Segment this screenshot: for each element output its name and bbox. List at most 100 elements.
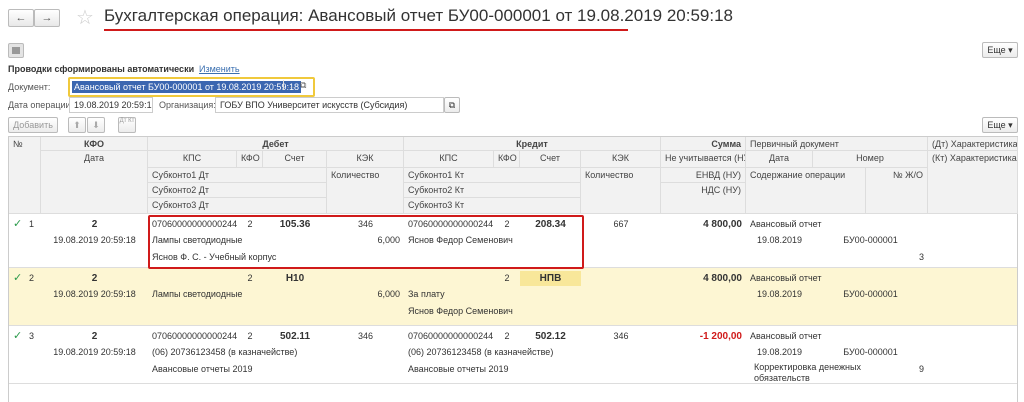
- header-kt-char: (Кт) Характеристика движения: [928, 151, 1018, 214]
- back-button[interactable]: ←: [8, 9, 34, 27]
- move-down-button[interactable]: ⬇: [87, 117, 105, 133]
- kt-kek: 346: [613, 331, 629, 341]
- kt-subconto2: Авансовые отчеты 2019: [408, 364, 509, 374]
- document-label: Документ:: [8, 82, 51, 92]
- dt-subconto1: Лампы светодиодные: [152, 289, 243, 299]
- favorite-star-icon[interactable]: ☆: [76, 5, 94, 30]
- swap-dt-kt-button[interactable]: Дт Кт: [118, 117, 136, 133]
- choose-button[interactable]: ...: [283, 80, 295, 90]
- header-kt-kek: КЭК: [581, 151, 661, 168]
- dt-kek: 346: [357, 331, 374, 341]
- org-label: Организация:: [159, 100, 216, 110]
- kfo-value: 2: [91, 219, 98, 230]
- dt-kfo: 2: [247, 331, 253, 341]
- dt-kfo: 2: [247, 273, 253, 283]
- header-date: Дата: [41, 151, 148, 214]
- primary-doc-name: Авансовый отчет: [750, 331, 822, 341]
- header-dt-sub1: Субконто1 Дт: [148, 168, 327, 183]
- header-content: Содержание операции: [746, 168, 866, 214]
- highlight-box: [148, 215, 584, 269]
- date-label: Дата операции:: [8, 100, 74, 110]
- dt-kps: 07060000000000244: [152, 331, 237, 341]
- kt-subconto1: (06) 20736123458 (в казначействе): [408, 347, 554, 357]
- header-dt-kfo: КФО: [237, 151, 263, 168]
- header-num: №: [9, 137, 41, 214]
- header-pnum: Номер: [813, 151, 928, 168]
- header-debit: Дебет: [148, 137, 404, 151]
- row-number: 3: [29, 331, 35, 341]
- auto-postings-label: Проводки сформированы автоматически: [8, 64, 195, 74]
- move-up-button[interactable]: ⬆: [68, 117, 86, 133]
- kt-kek: 667: [613, 219, 629, 229]
- document-field[interactable]: Авансовый отчет БУ00-000001 от 19.08.201…: [68, 77, 315, 97]
- document-input[interactable]: Авансовый отчет БУ00-000001 от 19.08.201…: [72, 81, 301, 93]
- dt-subconto2: Авансовые отчеты 2019: [152, 364, 253, 374]
- header-kt-qty: Количество: [581, 168, 661, 214]
- check-icon: ✓: [13, 218, 23, 230]
- kt-schet: НПВ: [520, 271, 581, 286]
- org-open-icon[interactable]: ⧉: [444, 97, 460, 113]
- row-number: 2: [29, 273, 35, 283]
- change-link[interactable]: Изменить: [199, 64, 240, 74]
- table-row[interactable]: ✓ 3 2 19.08.2019 20:59:18 07060000000000244 2…: [9, 326, 1017, 384]
- table-more-button[interactable]: Еще ▾: [982, 117, 1018, 133]
- kfo-value: 2: [91, 331, 98, 342]
- kt-kfo: 2: [504, 273, 510, 283]
- post-icon-button[interactable]: [8, 43, 24, 58]
- primary-doc-name: Авансовый отчет: [750, 273, 822, 283]
- header-nu3: НДС (НУ): [661, 183, 746, 214]
- header-kt-sub1: Субконто1 Кт: [404, 168, 581, 183]
- dt-subconto1: (06) 20736123458 (в казначействе): [152, 347, 298, 357]
- date-value: 19.08.2019 20:59:18: [53, 235, 136, 245]
- header-jo: № Ж/О: [866, 168, 928, 214]
- header-dt-kps: КПС: [148, 151, 237, 168]
- primary-doc-date: 19.08.2019: [756, 235, 803, 245]
- title-underline: [104, 29, 628, 31]
- forward-button[interactable]: →: [34, 9, 60, 27]
- open-icon[interactable]: ⧉: [300, 80, 306, 91]
- kt-kfo: 2: [504, 331, 510, 341]
- journal-number: 3: [918, 252, 924, 262]
- header-dt-qty: Количество: [327, 168, 404, 214]
- postings-table[interactable]: № КФО Дата Дебет КПС КФО Счет КЭК Субконто1 Дт Су…: [8, 136, 1018, 402]
- table-more-label: Еще: [987, 120, 1006, 130]
- kt-kps: 07060000000000244: [408, 331, 494, 341]
- sum-value: 4 800,00: [703, 219, 742, 230]
- journal-number: 9: [918, 364, 924, 374]
- primary-doc-number: БУ00-000001: [843, 289, 898, 299]
- kt-schet: 502.12: [535, 331, 566, 342]
- header-credit: Кредит: [404, 137, 661, 151]
- org-input[interactable]: ГОБУ ВПО Университет искусств (Субсидия): [215, 97, 444, 113]
- header-sum: Сумма: [661, 137, 746, 151]
- add-button[interactable]: Добавить: [8, 117, 58, 133]
- operation-content: Корректировка денежных обязательств: [754, 362, 861, 383]
- header-nu2: ЕНВД (НУ): [661, 168, 746, 183]
- table-row[interactable]: ✓ 2 2 19.08.2019 20:59:18 2 Н10 Лампы светодио…: [9, 268, 1017, 326]
- check-icon: ✓: [13, 330, 23, 342]
- check-icon: ✓: [13, 272, 23, 284]
- kt-subconto2: Яснов Федор Семенович: [408, 306, 513, 316]
- more-button[interactable]: Еще ▾: [982, 42, 1018, 58]
- header-primary-doc: Первичный документ: [746, 137, 928, 151]
- primary-doc-name: Авансовый отчет: [750, 219, 822, 229]
- dt-schet: 502.11: [279, 331, 311, 342]
- post-icon: [12, 47, 20, 54]
- header-kt-sub2: Субконто2 Кт: [404, 183, 581, 198]
- header-dt-sub2: Субконто2 Дт: [148, 183, 327, 198]
- header-kt-schet: Счет: [520, 151, 581, 168]
- sum-value: 4 800,00: [703, 273, 742, 284]
- header-dt-sub3: Субконто3 Дт: [148, 198, 327, 214]
- sum-value: -1 200,00: [699, 331, 742, 342]
- header-dt-schet: Счет: [263, 151, 327, 168]
- header-kt-kfo: КФО: [494, 151, 520, 168]
- date-input[interactable]: 19.08.2019 20:59:18: [69, 97, 153, 113]
- primary-doc-date: 19.08.2019: [756, 289, 803, 299]
- kt-subconto1: За плату: [408, 289, 445, 299]
- header-dt-char: (Дт) Характеристика ...: [928, 137, 1018, 151]
- row-number: 1: [29, 219, 35, 229]
- dt-schet: Н10: [285, 273, 305, 284]
- kfo-value: 2: [91, 273, 98, 284]
- header-kt-kps: КПС: [404, 151, 494, 168]
- header-nu1: Не учитывается (НУ): [661, 151, 746, 168]
- header-kt-sub3: Субконто3 Кт: [404, 198, 581, 214]
